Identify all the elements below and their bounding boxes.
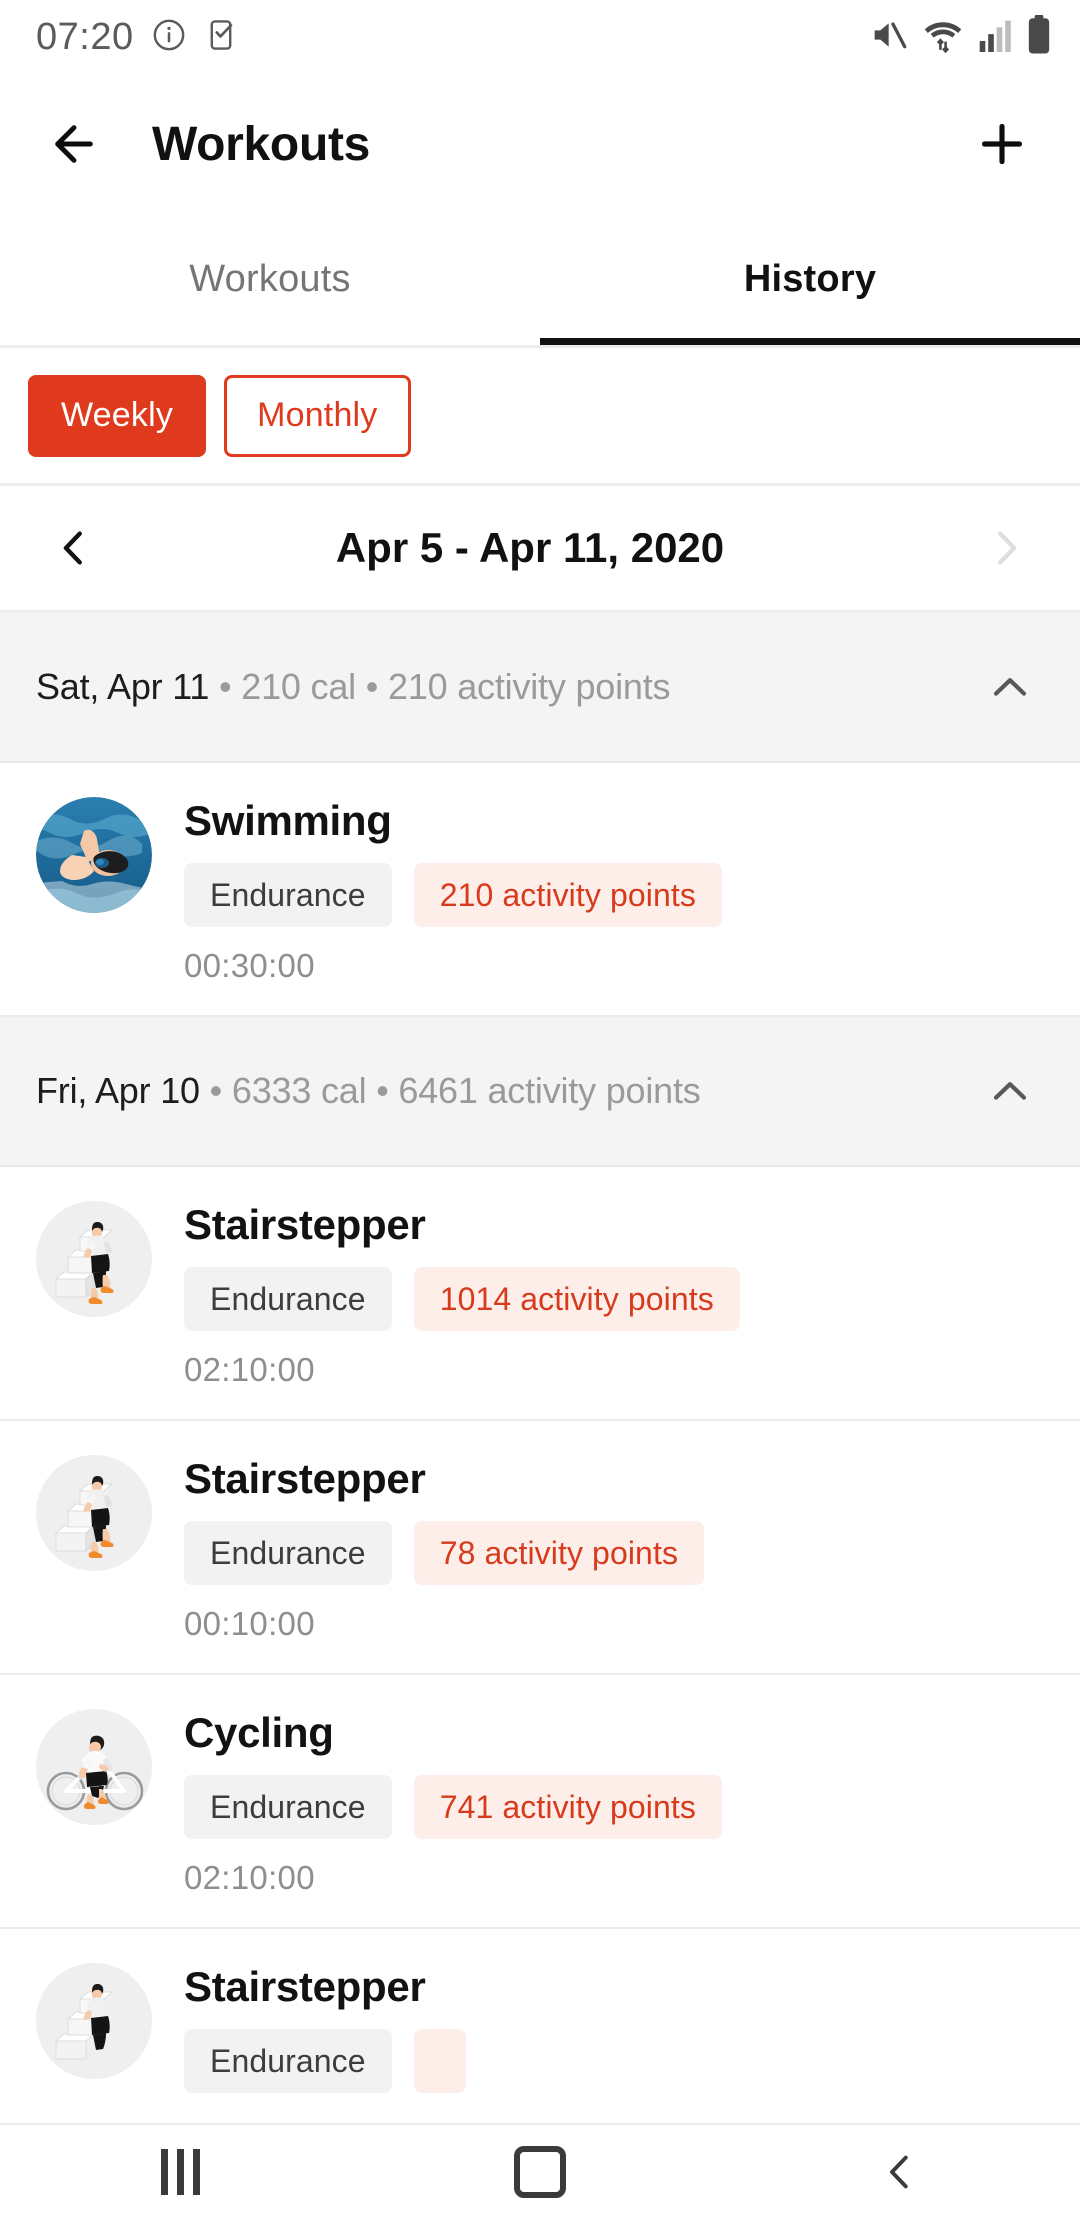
cellular-signal-icon	[978, 16, 1012, 59]
status-bar-left: 07:20	[36, 16, 238, 59]
workout-category-badge: Endurance	[184, 2029, 392, 2094]
status-time: 07:20	[36, 15, 134, 58]
workout-duration: 02:10:00	[184, 1351, 315, 1389]
workout-category-badge: Endurance	[184, 1521, 392, 1586]
workout-title: Swimming	[184, 797, 392, 844]
workout-details: Swimming Endurance 210 activity points 0…	[184, 797, 1044, 985]
filter-chip-monthly[interactable]: Monthly	[224, 374, 411, 457]
tab-active-indicator	[540, 338, 1080, 345]
chevron-up-icon[interactable]	[980, 1061, 1040, 1121]
task-checkbox-icon	[204, 18, 238, 57]
workout-details: Stairstepper Endurance 78 activity point…	[184, 1455, 1044, 1643]
workout-badges: Endurance	[184, 2029, 1044, 2094]
day-group-stats: • 6333 cal • 6461 activity points	[199, 1070, 701, 1112]
app-toolbar: Workouts	[0, 74, 1080, 214]
plus-icon[interactable]	[964, 106, 1040, 182]
workout-title: Stairstepper	[184, 1201, 426, 1249]
workout-badges: Endurance 210 activity points	[184, 863, 1044, 928]
home-icon[interactable]	[480, 2124, 600, 2220]
day-group-date: Fri, Apr 10	[36, 1070, 200, 1112]
workout-details: Stairstepper Endurance 1014 activity poi…	[184, 1201, 1044, 1389]
workout-duration: 00:30:00	[184, 947, 315, 985]
workout-points-badge: 210 activity points	[413, 863, 722, 928]
workout-row[interactable]: Cycling Endurance 741 activity points 02…	[0, 1675, 1080, 1930]
workout-points-badge: 78 activity points	[413, 1521, 705, 1586]
swimming-photo	[36, 797, 152, 913]
day-group-header[interactable]: Sat, Apr 11 • 210 cal • 210 activity poi…	[0, 613, 1080, 763]
chevron-up-icon[interactable]	[980, 657, 1040, 717]
day-group-date: Sat, Apr 11	[36, 666, 210, 707]
day-group-summary: Fri, Apr 10 • 6333 cal • 6461 activity p…	[36, 1070, 701, 1112]
tab-history[interactable]: History	[540, 214, 1080, 345]
workout-row[interactable]: Stairstepper Endurance 1014 activity poi…	[0, 1167, 1080, 1422]
workout-category-badge: Endurance	[184, 1775, 392, 1840]
app-screen: 07:20 Workouts Workouts History Weekly M…	[0, 0, 1080, 2220]
status-bar-right	[868, 14, 1052, 60]
day-group-summary: Sat, Apr 11 • 210 cal • 210 activity poi…	[36, 666, 671, 708]
stairstepper-illustration	[36, 1455, 152, 1572]
workout-title: Stairstepper	[184, 1455, 426, 1503]
tab-bar: Workouts History	[0, 214, 1080, 345]
stairstepper-illustration	[36, 1963, 152, 2080]
workout-row[interactable]: Swimming Endurance 210 activity points 0…	[0, 763, 1080, 1018]
wifi-icon	[922, 15, 964, 60]
workout-category-badge: Endurance	[184, 1267, 392, 1332]
workout-row[interactable]: Stairstepper Endurance 78 activity point…	[0, 1421, 1080, 1676]
chevron-left-icon[interactable]	[840, 2124, 960, 2220]
period-filter-bar: Weekly Monthly	[0, 348, 1080, 483]
date-range-label: Apr 5 - Apr 11, 2020	[335, 524, 725, 571]
system-navigation-bar	[0, 2124, 1080, 2220]
workout-badges: Endurance 741 activity points	[184, 1775, 1044, 1840]
workout-points-badge: 741 activity points	[413, 1775, 722, 1840]
date-range-navigator: Apr 5 - Apr 11, 2020	[0, 483, 1080, 613]
arrow-left-icon[interactable]	[36, 106, 112, 182]
workout-title: Cycling	[184, 1709, 334, 1757]
day-group-header[interactable]: Fri, Apr 10 • 6333 cal • 6461 activity p…	[0, 1017, 1080, 1168]
filter-chip-weekly[interactable]: Weekly	[28, 374, 207, 457]
info-icon	[152, 18, 186, 57]
workout-badges: Endurance 78 activity points	[184, 1521, 1044, 1586]
chevron-right-icon[interactable]	[966, 508, 1046, 588]
status-bar: 07:20	[0, 0, 1080, 74]
workout-details: Stairstepper Endurance	[184, 1963, 1044, 2094]
page-title: Workouts	[152, 117, 371, 171]
workout-row[interactable]: Stairstepper Endurance	[0, 1929, 1080, 2126]
workout-points-badge	[413, 2029, 466, 2094]
cycling-illustration	[36, 1709, 152, 1826]
workout-category-badge: Endurance	[184, 863, 392, 928]
day-group-stats: • 210 cal • 210 activity points	[209, 666, 671, 707]
recents-icon[interactable]	[120, 2124, 240, 2220]
battery-icon	[1026, 14, 1052, 60]
stairstepper-illustration	[36, 1201, 152, 1318]
workout-duration: 00:10:00	[184, 1605, 315, 1643]
volume-mute-icon	[868, 15, 908, 60]
workout-duration: 02:10:00	[184, 1859, 315, 1897]
workout-badges: Endurance 1014 activity points	[184, 1267, 1044, 1332]
workout-points-badge: 1014 activity points	[413, 1267, 740, 1332]
workout-title: Stairstepper	[184, 1963, 426, 2011]
workout-details: Cycling Endurance 741 activity points 02…	[184, 1709, 1044, 1897]
tab-workouts[interactable]: Workouts	[0, 214, 540, 345]
